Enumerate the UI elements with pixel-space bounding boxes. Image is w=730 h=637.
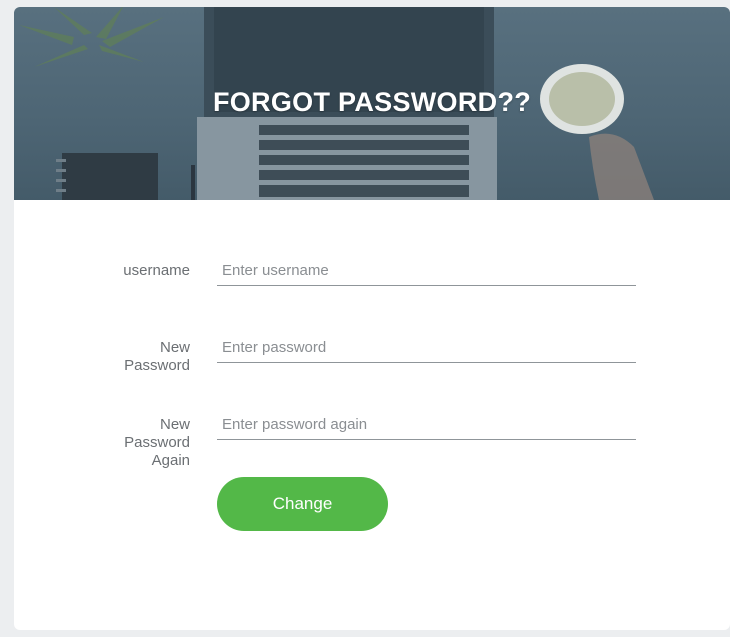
change-button[interactable]: Change	[217, 477, 388, 531]
new-password-label: New Password	[124, 339, 190, 374]
header-banner: FORGOT PASSWORD??	[14, 7, 730, 200]
username-input[interactable]	[217, 256, 636, 286]
new-password-again-label: New Password Again	[124, 416, 190, 469]
new-password-again-input[interactable]	[217, 410, 636, 440]
username-label: username	[123, 262, 190, 279]
new-password-input[interactable]	[217, 333, 636, 363]
page-title: FORGOT PASSWORD??	[212, 87, 532, 117]
forgot-password-card: FORGOT PASSWORD?? username New Password …	[14, 7, 730, 630]
